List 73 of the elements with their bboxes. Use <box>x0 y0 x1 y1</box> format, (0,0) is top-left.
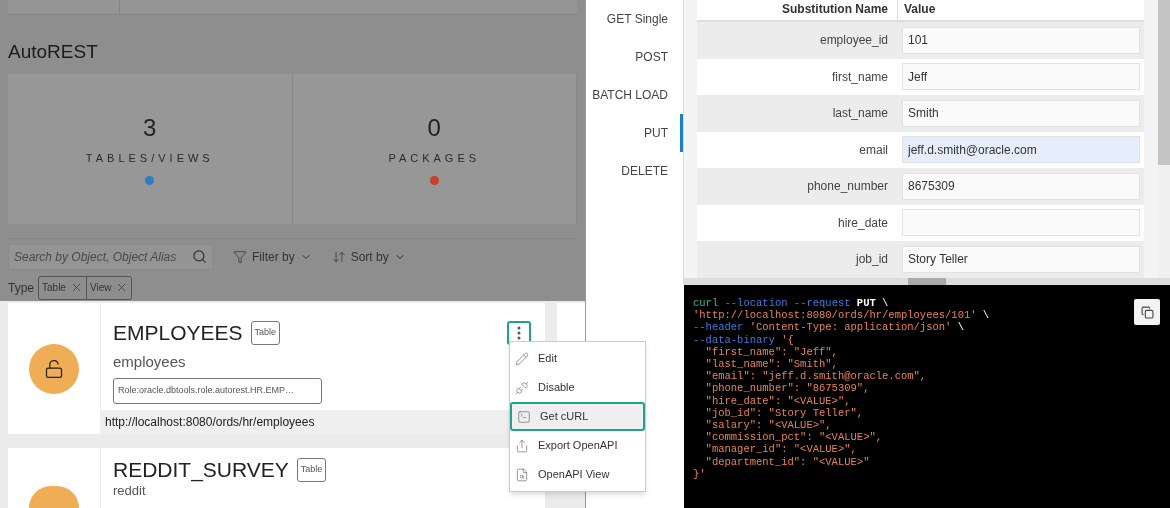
parameter-name: last_name <box>831 105 889 123</box>
copy-button[interactable] <box>1134 299 1160 325</box>
code-line: "salary": "<VALUE>", <box>704 419 832 432</box>
parameter-name: first_name <box>830 68 889 86</box>
stat-label: TABLES/VIEWS <box>85 150 214 166</box>
stat-label: PACKAGES <box>388 150 481 166</box>
parameter-name: phone_number <box>806 178 889 196</box>
parameter-name: hire_date <box>836 214 889 232</box>
export-icon <box>515 438 529 453</box>
value-field[interactable] <box>902 209 1140 237</box>
filter-label: Type <box>8 279 34 297</box>
page-title: AutoREST <box>8 40 99 64</box>
more-button[interactable] <box>507 320 531 345</box>
menu-item[interactable]: Export OpenAPI <box>510 431 645 460</box>
stat-value: 3 <box>143 112 157 143</box>
parameter-name: email <box>858 141 889 159</box>
unlock-icon <box>44 358 64 379</box>
value-field[interactable]: 101 <box>902 26 1140 54</box>
pencil-icon <box>515 351 529 366</box>
code-line: "manager_id": "<VALUE>", <box>704 443 857 456</box>
object-alias: employees <box>113 351 186 372</box>
value-field[interactable]: 8675309 <box>902 172 1140 200</box>
code-line: --header 'Content-Type: application/json' \ <box>693 321 964 334</box>
object-title: EMPLOYEES <box>113 320 243 346</box>
role-tag: Role:oracle.dbtools.role.autorest.HR.EMP… <box>113 378 322 404</box>
parameter-name: job_id <box>854 251 889 269</box>
search-icon <box>192 249 207 264</box>
object-title: REDDIT_SURVEY <box>113 458 289 482</box>
menu-item[interactable]: Disable <box>510 373 645 402</box>
scrollbar[interactable] <box>1158 0 1170 278</box>
type-tag: Table <box>250 321 281 345</box>
menu-item[interactable]: Edit <box>510 344 645 373</box>
method-tab[interactable]: DELETE <box>586 152 683 190</box>
method-tab[interactable]: BATCH LOAD <box>586 76 683 114</box>
column-header: Substitution Name <box>781 1 889 18</box>
splitter-bar[interactable] <box>684 277 1170 286</box>
code-line: "job_id": "Story Teller", <box>704 406 864 420</box>
parameter-name: employee_id <box>818 32 889 50</box>
code-line: "phone_number": "8675309", <box>704 382 870 395</box>
sort-icon <box>331 249 346 264</box>
code-line: }' <box>693 467 706 481</box>
column-header: Value <box>897 0 936 20</box>
filter-button[interactable]: Filter by <box>233 247 312 266</box>
menu-item[interactable]: OpenAPI View <box>510 460 645 489</box>
kebab-icon <box>517 325 521 340</box>
value-field[interactable]: Jeff <box>902 63 1140 91</box>
unplug-icon <box>515 380 529 395</box>
code-line: --data-binary '{ <box>693 333 794 346</box>
filter-chip[interactable]: Table <box>39 276 87 299</box>
search-field[interactable]: Search by Object, Object Alias <box>8 243 213 270</box>
filter-icon <box>233 249 247 264</box>
stat-value: 0 <box>427 112 441 143</box>
code-line: "department_id": "<VALUE>" <box>704 455 870 468</box>
object-alias: reddit <box>113 484 147 498</box>
method-tab[interactable]: POST <box>586 38 683 76</box>
value-field[interactable]: jeff.d.smith@oracle.com <box>902 136 1140 164</box>
terminal-icon <box>517 409 531 424</box>
value-field[interactable]: Smith <box>902 99 1140 127</box>
sort-button[interactable]: Sort by <box>331 247 406 266</box>
code-line: "email": "jeff.d.smith@oracle.com", <box>704 370 927 383</box>
value-field[interactable]: Story Teller <box>902 245 1140 273</box>
code-line: "first_name": "Jeff", <box>704 345 838 358</box>
copy-icon <box>1140 305 1154 319</box>
code-line: 'http://localhost:8080/ords/hr/employees/101' \ <box>693 309 990 322</box>
document-search-icon <box>515 467 529 482</box>
code-line: "commission_pct": "<VALUE>", <box>704 431 883 444</box>
method-tab[interactable]: GET Single <box>586 0 683 38</box>
code-line: "last_name": "Smith", <box>704 358 838 371</box>
code-line: curl --location --request PUT \ <box>693 297 889 310</box>
code-line: "hire_date": "<VALUE>", <box>704 394 851 407</box>
type-tag: Table <box>296 458 327 482</box>
filter-chip[interactable]: View <box>86 276 132 299</box>
menu-item[interactable]: Get cURL <box>510 402 645 431</box>
